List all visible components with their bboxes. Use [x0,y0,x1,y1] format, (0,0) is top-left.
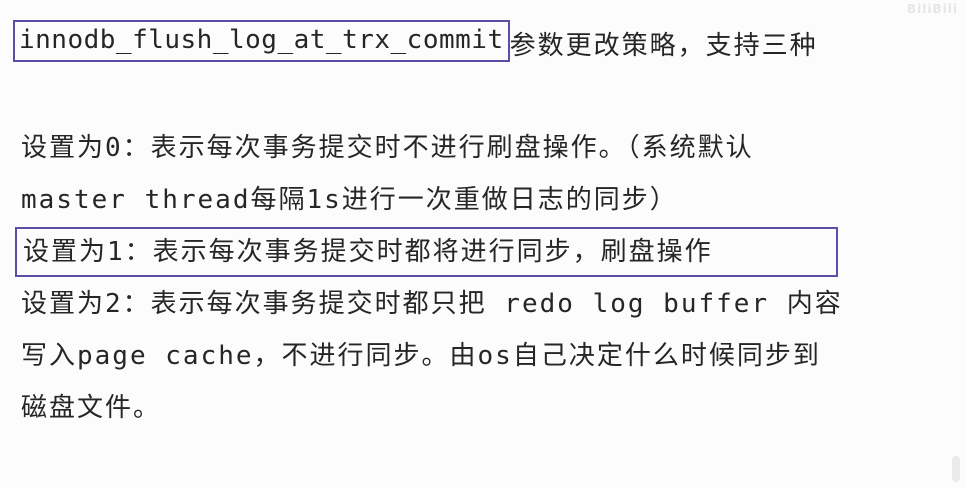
parameter-name-highlight: innodb_flush_log_at_trx_commit [13,20,510,62]
watermark-logo: BiliBili [907,2,958,16]
setting-1-line-highlight: 设置为1：表示每次事务提交时都将进行同步，刷盘操作 [15,227,838,277]
setting-0-line: 设置为0：表示每次事务提交时不进行刷盘操作。（系统默认 [21,133,754,163]
heading-line: innodb_flush_log_at_trx_commit 参数更改策略，支持三… [13,20,818,68]
setting-2-line: 设置为2：表示每次事务提交时都只把 redo log buffer 内容 [21,289,843,319]
setting-2-continued-line: 写入page cache，不进行同步。由os自己决定什么时候同步到 [21,341,821,371]
scroll-indicator [952,456,960,482]
heading-rest-text: 参数更改策略，支持三种 [509,31,818,61]
setting-2-end-line: 磁盘文件。 [21,393,162,423]
setting-0-continued-line: master thread每隔1s进行一次重做日志的同步） [21,185,678,215]
